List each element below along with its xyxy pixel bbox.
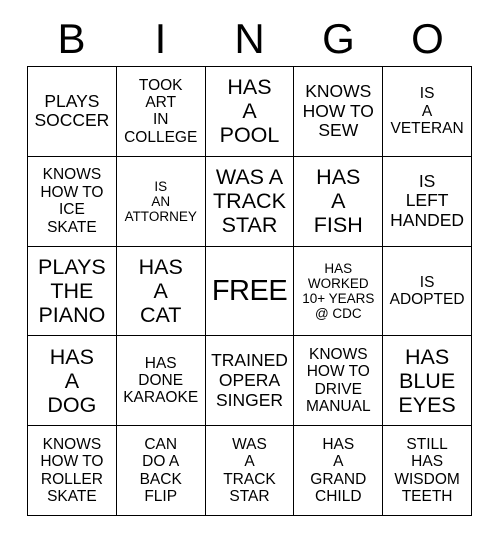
bingo-cell-r2-c3[interactable]: WAS A TRACK STAR xyxy=(205,156,295,247)
bingo-cell-label: STILL HAS WISDOM TEETH xyxy=(394,435,460,505)
bingo-cell-free[interactable]: FREE xyxy=(205,246,295,337)
bingo-cell-label: HAS A CAT xyxy=(138,254,183,328)
bingo-cell-label: HAS A POOL xyxy=(219,75,280,148)
bingo-cell-label: PLAYS THE PIANO xyxy=(38,254,106,328)
bingo-cell-label: KNOWS HOW TO DRIVE MANUAL xyxy=(305,346,371,416)
bingo-cell-label: PLAYS SOCCER xyxy=(34,90,110,131)
bingo-cell-label: TOOK ART IN COLLEGE xyxy=(124,76,198,146)
bingo-cell-r2-c5[interactable]: IS LEFT HANDED xyxy=(383,156,472,247)
bingo-cell-r5-c4[interactable]: HAS A GRAND CHILD xyxy=(294,426,384,516)
bingo-cell-r5-c5[interactable]: STILL HAS WISDOM TEETH xyxy=(383,426,472,516)
bingo-cell-r1-c4[interactable]: KNOWS HOW TO SEW xyxy=(294,67,384,157)
bingo-header-letter-b: B xyxy=(57,15,86,62)
bingo-header-letter-o: O xyxy=(411,15,444,62)
bingo-header: B I N G O xyxy=(27,12,472,66)
bingo-cell-r3-c1[interactable]: PLAYS THE PIANO xyxy=(28,246,117,337)
bingo-cell-label: HAS A FISH xyxy=(313,165,363,238)
bingo-cell-label: IS A VETERAN xyxy=(390,85,464,138)
bingo-cell-label: IS ADOPTED xyxy=(389,273,465,308)
bingo-cell-label: WAS A TRACK STAR xyxy=(213,165,286,238)
bingo-cell-label: HAS A DOG xyxy=(47,344,97,417)
bingo-cell-r3-c4[interactable]: HAS WORKED 10+ YEARS @ CDC xyxy=(294,246,384,337)
bingo-card: B I N G O PLAYS SOCCER TOOK ART IN COLLEG… xyxy=(0,0,500,544)
bingo-cell-label: KNOWS HOW TO ICE SKATE xyxy=(40,166,104,236)
bingo-cell-label: HAS WORKED 10+ YEARS @ CDC xyxy=(302,260,375,322)
bingo-cell-label: CAN DO A BACK FLIP xyxy=(139,435,182,505)
bingo-cell-r2-c1[interactable]: KNOWS HOW TO ICE SKATE xyxy=(28,156,117,247)
bingo-cell-label: KNOWS HOW TO SEW xyxy=(302,81,374,141)
bingo-header-letter-n: N xyxy=(234,15,265,62)
bingo-cell-label: HAS DONE KARAOKE xyxy=(123,354,199,407)
bingo-header-letter-i: I xyxy=(154,15,167,62)
bingo-cell-r1-c5[interactable]: IS A VETERAN xyxy=(383,67,472,157)
bingo-cell-label: KNOWS HOW TO ROLLER SKATE xyxy=(40,435,104,505)
bingo-cell-r1-c1[interactable]: PLAYS SOCCER xyxy=(28,67,117,157)
bingo-cell-label: WAS A TRACK STAR xyxy=(223,435,276,505)
bingo-cell-r5-c3[interactable]: WAS A TRACK STAR xyxy=(205,426,295,516)
bingo-cell-r2-c4[interactable]: HAS A FISH xyxy=(294,156,384,247)
bingo-cell-r1-c3[interactable]: HAS A POOL xyxy=(205,67,295,157)
bingo-header-letter-g: G xyxy=(322,15,355,62)
bingo-cell-label: HAS BLUE EYES xyxy=(398,344,456,417)
bingo-cell-r4-c2[interactable]: HAS DONE KARAOKE xyxy=(116,336,206,427)
bingo-cell-label: FREE xyxy=(211,274,288,307)
bingo-cell-label: HAS A GRAND CHILD xyxy=(310,435,367,505)
bingo-cell-label: TRAINED OPERA SINGER xyxy=(211,350,288,410)
bingo-cell-r3-c2[interactable]: HAS A CAT xyxy=(116,246,206,337)
bingo-cell-r3-c5[interactable]: IS ADOPTED xyxy=(383,246,472,337)
bingo-cell-r4-c5[interactable]: HAS BLUE EYES xyxy=(383,336,472,427)
bingo-cell-r2-c2[interactable]: IS AN ATTORNEY xyxy=(116,156,206,247)
bingo-cell-label: IS LEFT HANDED xyxy=(390,170,465,230)
bingo-cell-r5-c2[interactable]: CAN DO A BACK FLIP xyxy=(116,426,206,516)
bingo-cell-r4-c4[interactable]: KNOWS HOW TO DRIVE MANUAL xyxy=(294,336,384,427)
bingo-cell-r5-c1[interactable]: KNOWS HOW TO ROLLER SKATE xyxy=(28,426,117,516)
bingo-grid: PLAYS SOCCER TOOK ART IN COLLEGE HAS A POO… xyxy=(27,66,472,516)
bingo-cell-r1-c2[interactable]: TOOK ART IN COLLEGE xyxy=(116,67,206,157)
bingo-cell-label: IS AN ATTORNEY xyxy=(124,178,197,224)
bingo-cell-r4-c3[interactable]: TRAINED OPERA SINGER xyxy=(205,336,295,427)
bingo-cell-r4-c1[interactable]: HAS A DOG xyxy=(28,336,117,427)
